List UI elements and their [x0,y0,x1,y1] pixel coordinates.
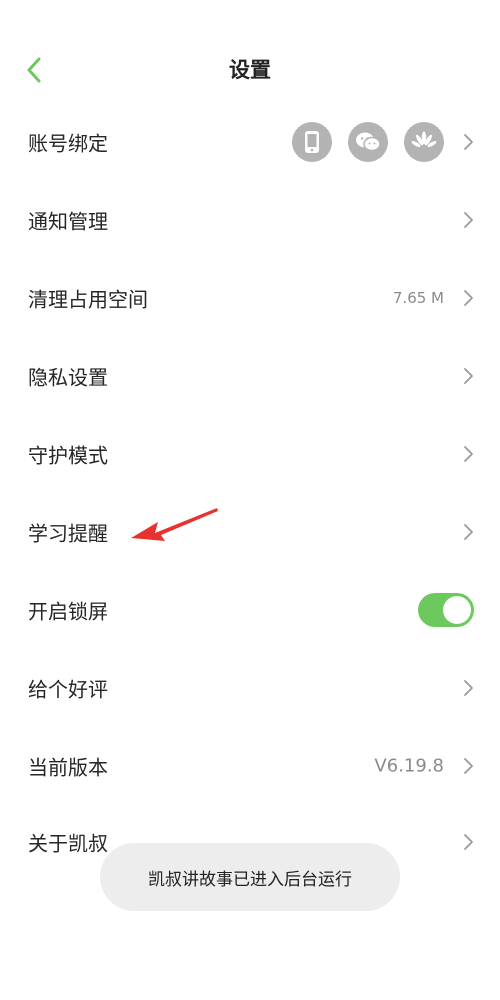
chevron-right-icon [464,212,473,228]
row-label: 关于凯叔 [28,831,108,856]
chevron-right-icon [464,834,473,850]
storage-size: 7.65 M [392,289,444,307]
chevron-right-icon [464,134,473,150]
row-label: 开启锁屏 [28,599,108,624]
row-label: 学习提醒 [28,521,108,546]
row-label: 清理占用空间 [28,287,148,312]
guardian-mode-row[interactable]: 守护模式 [0,415,500,493]
toast-message: 凯叔讲故事已进入后台运行 [100,843,400,911]
row-label: 通知管理 [28,209,108,234]
chevron-right-icon [464,290,473,306]
chevron-right-icon [464,680,473,696]
top-bar: 设置 [0,40,500,100]
phone-icon[interactable] [292,122,332,162]
row-label: 账号绑定 [28,131,108,156]
row-label: 隐私设置 [28,365,108,390]
huawei-icon[interactable] [404,122,444,162]
lock-screen-row: 开启锁屏 [0,571,500,649]
row-label: 当前版本 [28,755,108,780]
lock-screen-toggle[interactable] [418,593,474,627]
page-title: 设置 [229,58,271,82]
rate-app-row[interactable]: 给个好评 [0,649,500,727]
red-arrow-annotation [131,508,218,541]
row-label: 给个好评 [28,677,108,702]
row-label: 守护模式 [28,443,108,468]
chevron-right-icon [464,758,473,774]
bound-accounts [292,122,444,162]
chevron-right-icon [464,368,473,384]
chevron-right-icon [464,524,473,540]
privacy-settings-row[interactable]: 隐私设置 [0,337,500,415]
account-binding-row[interactable]: 账号绑定 [0,103,500,181]
study-reminder-row[interactable]: 学习提醒 [0,493,500,571]
chevron-right-icon [464,446,473,462]
version-number: V6.19.8 [374,755,444,777]
current-version-row[interactable]: 当前版本 V6.19.8 [0,727,500,805]
wechat-icon[interactable] [348,122,388,162]
notification-settings-row[interactable]: 通知管理 [0,181,500,259]
toggle-knob [443,596,471,624]
clear-storage-row[interactable]: 清理占用空间 7.65 M [0,259,500,337]
